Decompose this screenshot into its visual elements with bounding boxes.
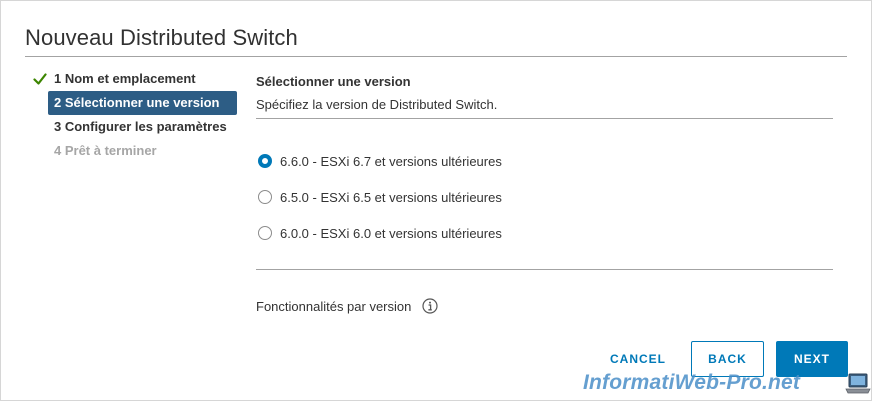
features-by-version: Fonctionnalités par version <box>256 296 438 316</box>
step-ready-to-complete: 4 Prêt à terminer <box>25 139 241 163</box>
section-description: Spécifiez la version de Distributed Swit… <box>256 97 498 112</box>
radio-button[interactable] <box>258 226 272 240</box>
features-by-version-label: Fonctionnalités par version <box>256 298 412 314</box>
laptop-logo-icon <box>845 373 871 394</box>
new-distributed-switch-dialog: Nouveau Distributed Switch 1 Nom et empl… <box>0 0 872 401</box>
version-option-label: 6.5.0 - ESXi 6.5 et versions ultérieures <box>280 189 502 205</box>
version-option-6-0-0[interactable]: 6.0.0 - ESXi 6.0 et versions ultérieures <box>258 223 502 243</box>
version-option-label: 6.0.0 - ESXi 6.0 et versions ultérieures <box>280 225 502 241</box>
step-label: 1 Nom et emplacement <box>54 71 196 86</box>
step-name-and-location[interactable]: 1 Nom et emplacement <box>25 67 241 91</box>
step-label: 3 Configurer les paramètres <box>54 119 227 134</box>
content-divider-top <box>256 118 833 119</box>
step-label: 4 Prêt à terminer <box>54 143 157 158</box>
checkmark-icon <box>33 73 47 85</box>
title-divider <box>25 56 847 57</box>
version-option-6-5-0[interactable]: 6.5.0 - ESXi 6.5 et versions ultérieures <box>258 187 502 207</box>
radio-button-selected[interactable] <box>258 154 272 168</box>
info-icon[interactable] <box>422 298 438 314</box>
version-option-label: 6.6.0 - ESXi 6.7 et versions ultérieures <box>280 153 502 169</box>
step-content: Sélectionner une version Spécifiez la ve… <box>256 73 833 314</box>
watermark-text: InformatiWeb-Pro.net <box>583 371 801 394</box>
radio-button[interactable] <box>258 190 272 204</box>
wizard-steps-nav: 1 Nom et emplacement 2 Sélectionner une … <box>25 67 241 163</box>
dialog-title: Nouveau Distributed Switch <box>25 25 298 50</box>
version-option-6-6-0[interactable]: 6.6.0 - ESXi 6.7 et versions ultérieures <box>258 151 502 171</box>
content-divider-bottom <box>256 269 833 270</box>
step-label: 2 Sélectionner une version <box>54 95 220 110</box>
section-title: Sélectionner une version <box>256 74 411 89</box>
step-configure-settings[interactable]: 3 Configurer les paramètres <box>25 115 241 139</box>
step-select-version[interactable]: 2 Sélectionner une version <box>48 91 237 115</box>
